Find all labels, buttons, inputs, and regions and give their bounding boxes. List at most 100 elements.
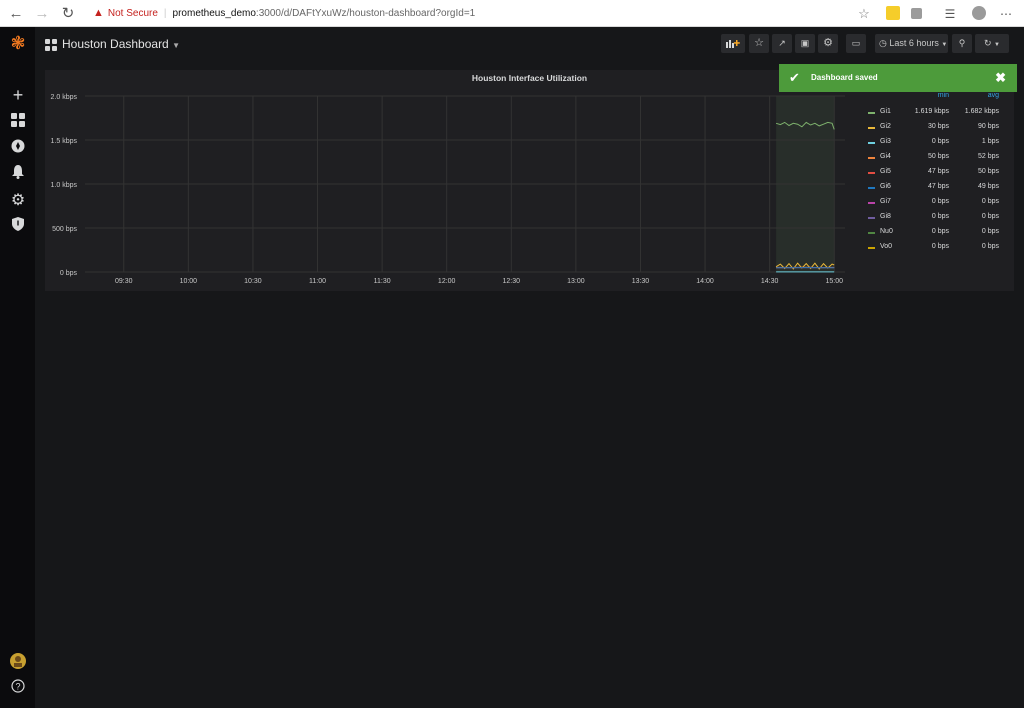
legend-item[interactable]: Gi4 50 bps 52 bps xyxy=(863,153,1013,165)
browser-toolbar: ← → ↻ ▲ Not Secure | prometheus_demo:3000/d… xyxy=(0,0,1024,27)
tv-mode-button[interactable]: ▭ xyxy=(846,34,866,53)
zoom-out-button[interactable]: ⚲ xyxy=(952,34,972,53)
check-icon: ✔ xyxy=(789,70,800,85)
share-button[interactable]: ↗ xyxy=(772,34,792,53)
legend-series-name[interactable]: Gi6 xyxy=(880,183,891,190)
plus-icon[interactable]: + xyxy=(8,85,28,105)
x-tick-label: 13:30 xyxy=(632,278,650,285)
legend-avg-value: 0 bps xyxy=(981,213,999,220)
save-button[interactable]: ▣ xyxy=(795,34,815,53)
legend-item[interactable]: Gi8 0 bps 0 bps xyxy=(863,213,1013,225)
refresh-button[interactable]: ↻ ▼ xyxy=(975,34,1009,53)
address-bar[interactable]: ▲ Not Secure | prometheus_demo:3000/d/DAFtY… xyxy=(85,3,875,24)
add-panel-button[interactable] xyxy=(721,34,745,53)
legend-swatch[interactable] xyxy=(868,157,875,159)
legend-swatch[interactable] xyxy=(868,247,875,249)
profile-avatar[interactable] xyxy=(972,6,986,20)
legend-item[interactable]: Gi1 1.619 kbps 1.682 kbps xyxy=(863,108,1013,120)
avatar[interactable] xyxy=(8,653,28,673)
x-tick-label: 09:30 xyxy=(115,278,133,285)
legend-series-name[interactable]: Gi3 xyxy=(880,138,891,145)
legend-series-name[interactable]: Vo0 xyxy=(880,243,892,250)
legend-swatch[interactable] xyxy=(868,172,875,174)
bell-icon[interactable] xyxy=(8,165,28,185)
legend-series-name[interactable]: Gi5 xyxy=(880,168,891,175)
legend-avg-value: 49 bps xyxy=(977,183,999,190)
legend-item[interactable]: Gi7 0 bps 0 bps xyxy=(863,198,1013,210)
legend-avg-value: 90 bps xyxy=(977,123,999,130)
star-button[interactable]: ☆ xyxy=(749,34,769,53)
legend-min-value: 30 bps xyxy=(927,123,949,130)
x-tick-label: 11:30 xyxy=(374,278,391,285)
legend-avg-value: 1 bps xyxy=(981,138,999,145)
legend-min-value: 50 bps xyxy=(927,153,949,160)
graph-plot[interactable]: 0 bps 500 bps 1.0 kbps 1.5 kbps 2.0 kbps 09:3… xyxy=(45,86,875,291)
explore-compass-icon[interactable] xyxy=(8,139,28,159)
dashboards-icon xyxy=(45,38,57,56)
clock-icon: ◷ xyxy=(879,38,887,48)
legend-avg-value: 1.682 kbps xyxy=(964,108,999,115)
svg-text:?: ? xyxy=(15,682,20,692)
extension-icon[interactable] xyxy=(911,8,922,19)
legend-avg-value: 50 bps xyxy=(977,168,999,175)
legend-item[interactable]: Vo0 0 bps 0 bps xyxy=(863,243,1013,255)
close-icon[interactable]: ✖ xyxy=(995,70,1006,86)
settings-button[interactable]: ⚙ xyxy=(818,34,838,53)
legend-min-header[interactable]: min xyxy=(938,92,949,99)
legend-swatch[interactable] xyxy=(868,202,875,204)
legend-swatch[interactable] xyxy=(868,112,875,114)
legend-swatch[interactable] xyxy=(868,127,875,129)
shield-icon[interactable] xyxy=(8,217,28,237)
more-menu-icon[interactable]: ⋯ xyxy=(996,4,1016,24)
caret-down-icon: ▼ xyxy=(172,41,180,50)
legend-min-value: 47 bps xyxy=(927,168,949,175)
dashboard-title[interactable]: Houston Dashboard ▼ xyxy=(62,37,180,51)
legend-swatch[interactable] xyxy=(868,187,875,189)
help-icon[interactable]: ? xyxy=(8,679,28,699)
legend-avg-header[interactable]: avg xyxy=(988,92,999,99)
legend-item[interactable]: Gi5 47 bps 50 bps xyxy=(863,168,1013,180)
legend-min-value: 0 bps xyxy=(931,138,949,145)
legend-item[interactable]: Gi2 30 bps 90 bps xyxy=(863,123,1013,135)
share-icon: ↗ xyxy=(778,38,786,48)
y-tick-label: 1.0 kbps xyxy=(51,182,78,189)
save-icon: ▣ xyxy=(800,38,810,48)
legend-item[interactable]: Gi6 47 bps 49 bps xyxy=(863,183,1013,195)
legend-item[interactable]: Gi3 0 bps 1 bps xyxy=(863,138,1013,150)
add-panel-icon xyxy=(726,40,740,48)
legend-swatch[interactable] xyxy=(868,232,875,234)
star-icon: ☆ xyxy=(754,37,764,49)
legend-min-value: 1.619 kbps xyxy=(914,108,949,115)
extension-icon[interactable] xyxy=(886,6,900,20)
favorites-icon[interactable]: ☰ xyxy=(940,4,960,24)
legend-series-name[interactable]: Gi4 xyxy=(880,153,891,160)
x-tick-label: 15:00 xyxy=(825,278,843,285)
graph-panel[interactable]: Houston Interface Utilization 0 bps 500 b… xyxy=(45,70,1014,291)
legend-min-value: 47 bps xyxy=(927,183,949,190)
dashboards-icon[interactable] xyxy=(8,113,28,133)
x-tick-label: 14:00 xyxy=(696,278,714,285)
legend-series-name[interactable]: Gi7 xyxy=(880,198,891,205)
bookmark-star-icon[interactable]: ☆ xyxy=(854,4,874,24)
legend-series-name[interactable]: Gi8 xyxy=(880,213,891,220)
back-arrow-icon[interactable]: ← xyxy=(6,4,26,24)
reload-icon[interactable]: ↻ xyxy=(58,4,78,24)
time-picker-button[interactable]: ◷ Last 6 hours ▼ xyxy=(875,34,948,53)
security-label: Not Secure xyxy=(107,8,158,19)
legend-swatch[interactable] xyxy=(868,217,875,219)
legend-swatch[interactable] xyxy=(868,142,875,144)
legend-item[interactable]: Nu0 0 bps 0 bps xyxy=(863,228,1013,240)
legend-series-name[interactable]: Gi2 xyxy=(880,123,891,130)
legend-min-value: 0 bps xyxy=(931,228,949,235)
legend-series-name[interactable]: Nu0 xyxy=(880,228,893,235)
grafana-logo-icon[interactable]: ❃ xyxy=(8,33,28,53)
gear-icon[interactable]: ⚙ xyxy=(8,191,28,211)
legend-avg-value: 52 bps xyxy=(977,153,999,160)
x-tick-label: 11:00 xyxy=(309,278,326,285)
x-tick-label: 12:00 xyxy=(438,278,456,285)
legend-series-name[interactable]: Gi1 xyxy=(880,108,891,115)
y-tick-label: 500 bps xyxy=(52,226,77,233)
x-tick-label: 13:00 xyxy=(567,278,585,285)
x-tick-label: 14:30 xyxy=(761,278,779,285)
forward-arrow-icon[interactable]: → xyxy=(32,4,52,24)
